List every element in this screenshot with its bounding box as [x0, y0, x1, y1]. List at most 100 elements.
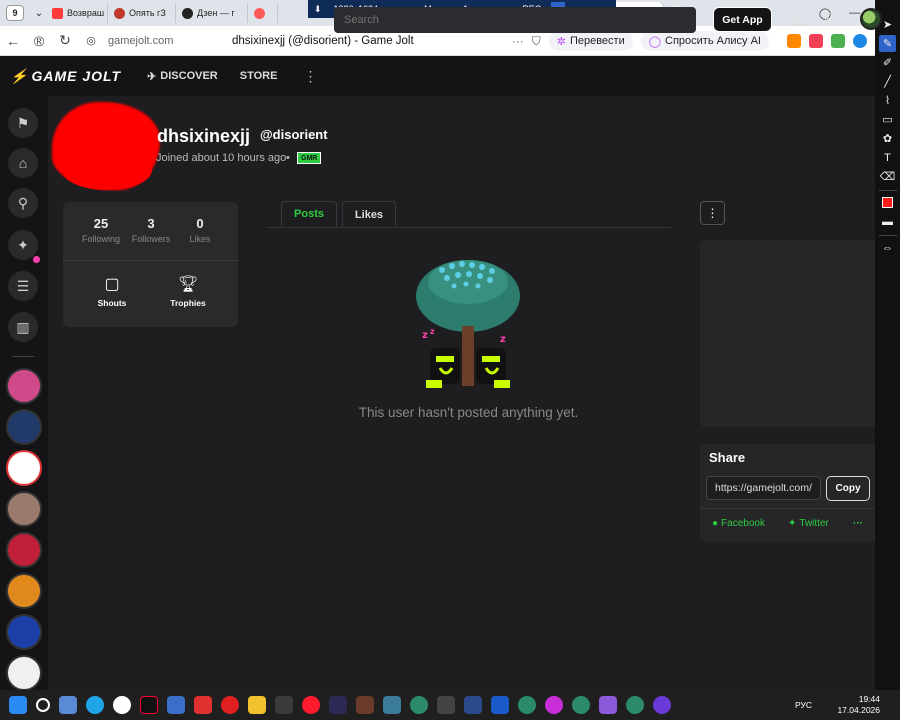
game-icon[interactable] [329, 696, 347, 714]
backpack-icon[interactable]: ⚲ [8, 188, 38, 218]
bell-icon[interactable]: 🔔︎ [790, 12, 807, 28]
shield-icon[interactable]: ◎ [78, 34, 104, 47]
chevron-down-icon[interactable]: ⌄ [32, 8, 46, 19]
gamejolt-app-icon[interactable] [410, 696, 428, 714]
browser-tab[interactable]: Опять гЗ [108, 3, 176, 23]
pocket-icon[interactable] [809, 34, 823, 48]
nav-discover[interactable]: ✈ DISCOVER [147, 70, 218, 83]
library-icon[interactable]: ▥ [8, 312, 38, 342]
opera-icon[interactable] [302, 696, 320, 714]
friends-icon[interactable]: ⚇ [824, 11, 836, 27]
line-icon[interactable]: ╱ [879, 73, 896, 90]
get-app-button[interactable]: Get App [713, 7, 772, 32]
profile-handle: @disorient [260, 127, 328, 142]
browser-tab[interactable]: Дзен — г [176, 3, 248, 23]
browser-tab[interactable]: Возвраш [46, 3, 108, 23]
community-avatar[interactable] [6, 450, 42, 486]
gmr-badge[interactable]: GMR [297, 152, 322, 164]
tab-count-button[interactable]: 9 [6, 5, 24, 21]
shouts-button[interactable]: ▢ Shouts [82, 274, 142, 308]
url-domain[interactable]: gamejolt.com [108, 35, 228, 47]
app-icon[interactable] [275, 696, 293, 714]
windows-start-icon[interactable] [9, 696, 27, 714]
file-explorer-icon[interactable] [248, 696, 266, 714]
app-icon[interactable] [653, 696, 671, 714]
quests-icon[interactable]: ✦ [8, 230, 38, 260]
annotation-toolbar: ➤ ✎ ✐ ╱ ⌇ ▭ ✿ T ⌫ ▬ ⇔ [875, 0, 900, 690]
copy-button[interactable]: Copy [826, 476, 870, 501]
app-icon[interactable] [167, 696, 185, 714]
url-page-title[interactable]: dhsixinexjj (@disorient) - Game Jolt [232, 35, 414, 47]
browser-tab[interactable] [248, 3, 278, 23]
trophies-button[interactable]: 🏆︎ Trophies [158, 274, 218, 308]
app-icon[interactable] [437, 696, 455, 714]
color-red-swatch[interactable] [879, 194, 896, 211]
gamejolt-app-icon[interactable] [626, 696, 644, 714]
community-avatar[interactable] [6, 532, 42, 568]
ok-icon[interactable] [787, 34, 801, 48]
store-icon[interactable]: ⌂ [8, 148, 38, 178]
gamejolt-app-icon[interactable] [518, 696, 536, 714]
input-language[interactable]: РУС [795, 700, 812, 710]
share-more-icon[interactable]: ··· [853, 518, 863, 529]
chat-icon[interactable]: ☰ [8, 271, 38, 301]
text-icon[interactable]: T [879, 149, 896, 166]
community-avatar[interactable] [6, 368, 42, 404]
stroke-width-icon[interactable]: ▬ [879, 213, 896, 230]
brush-icon[interactable]: ⌇ [879, 92, 896, 109]
community-avatar[interactable] [6, 409, 42, 445]
activity-icon[interactable]: ⚑ [8, 108, 38, 138]
community-avatar[interactable] [6, 491, 42, 527]
sonic-icon[interactable] [491, 696, 509, 714]
stat-following[interactable]: 25 Following [76, 216, 126, 244]
gamejolt-app-icon[interactable] [572, 696, 590, 714]
gamejolt-logo[interactable]: ⚡ GAME JOLT [10, 68, 121, 85]
app-icon[interactable] [545, 696, 563, 714]
profile-more-button[interactable]: ⋮ [700, 201, 725, 225]
yandex-browser-icon[interactable] [113, 696, 131, 714]
community-avatar[interactable] [6, 655, 42, 691]
share-url-input[interactable] [706, 476, 821, 500]
extension-icon[interactable] [853, 34, 867, 48]
search-icon[interactable] [36, 698, 50, 712]
more-vertical-icon[interactable]: ⋮ [303, 68, 317, 85]
stat-followers[interactable]: 3 Followers [126, 216, 176, 244]
user-avatar[interactable] [860, 8, 882, 30]
pen-icon[interactable]: ✎ [879, 35, 896, 52]
game-icon[interactable] [356, 696, 374, 714]
stat-likes[interactable]: 0 Likes [175, 216, 225, 244]
yandex-icon[interactable] [194, 696, 212, 714]
rectangle-icon[interactable]: ▭ [879, 111, 896, 128]
expand-icon[interactable]: ⇔ [879, 239, 896, 256]
game-icon[interactable] [599, 696, 617, 714]
home-icon[interactable]: ® [26, 33, 52, 49]
marker-icon[interactable]: ✐ [879, 54, 896, 71]
palette-icon[interactable]: ✿ [879, 130, 896, 147]
eraser-icon[interactable]: ⌫ [879, 168, 896, 185]
reload-icon[interactable]: ↻ [52, 32, 78, 49]
search-input[interactable] [334, 7, 696, 33]
community-avatar[interactable] [6, 573, 42, 609]
tab-likes[interactable]: Likes [342, 201, 396, 227]
more-icon[interactable]: ··· [512, 34, 524, 48]
system-clock[interactable]: 19:44 17.04.2026 [837, 694, 880, 716]
minimize-icon[interactable]: — [849, 7, 860, 19]
back-arrow-icon[interactable]: ← [0, 33, 26, 49]
tab-posts[interactable]: Posts [281, 201, 337, 227]
share-twitter-link[interactable]: ✦ Twitter [788, 518, 829, 529]
taskview-icon[interactable] [59, 696, 77, 714]
gamejolt-topbar: ⚡ GAME JOLT ✈ DISCOVER STORE ⋮ [0, 56, 875, 96]
edge-icon[interactable] [86, 696, 104, 714]
translate-button[interactable]: ✲ Перевести [548, 31, 633, 51]
alice-button[interactable]: ◯ Спросить Алису AI [640, 31, 769, 51]
separator-dot: • [286, 152, 290, 164]
bookmark-icon[interactable]: ⛉ [532, 34, 541, 49]
share-facebook-link[interactable]: ● Facebook [712, 518, 765, 529]
nav-store[interactable]: STORE [240, 70, 278, 82]
download-arrow-icon[interactable] [831, 34, 845, 48]
game-icon[interactable] [464, 696, 482, 714]
record-app-icon[interactable] [221, 696, 239, 714]
community-avatar[interactable] [6, 614, 42, 650]
tiktok-icon[interactable] [140, 696, 158, 714]
game-icon[interactable] [383, 696, 401, 714]
